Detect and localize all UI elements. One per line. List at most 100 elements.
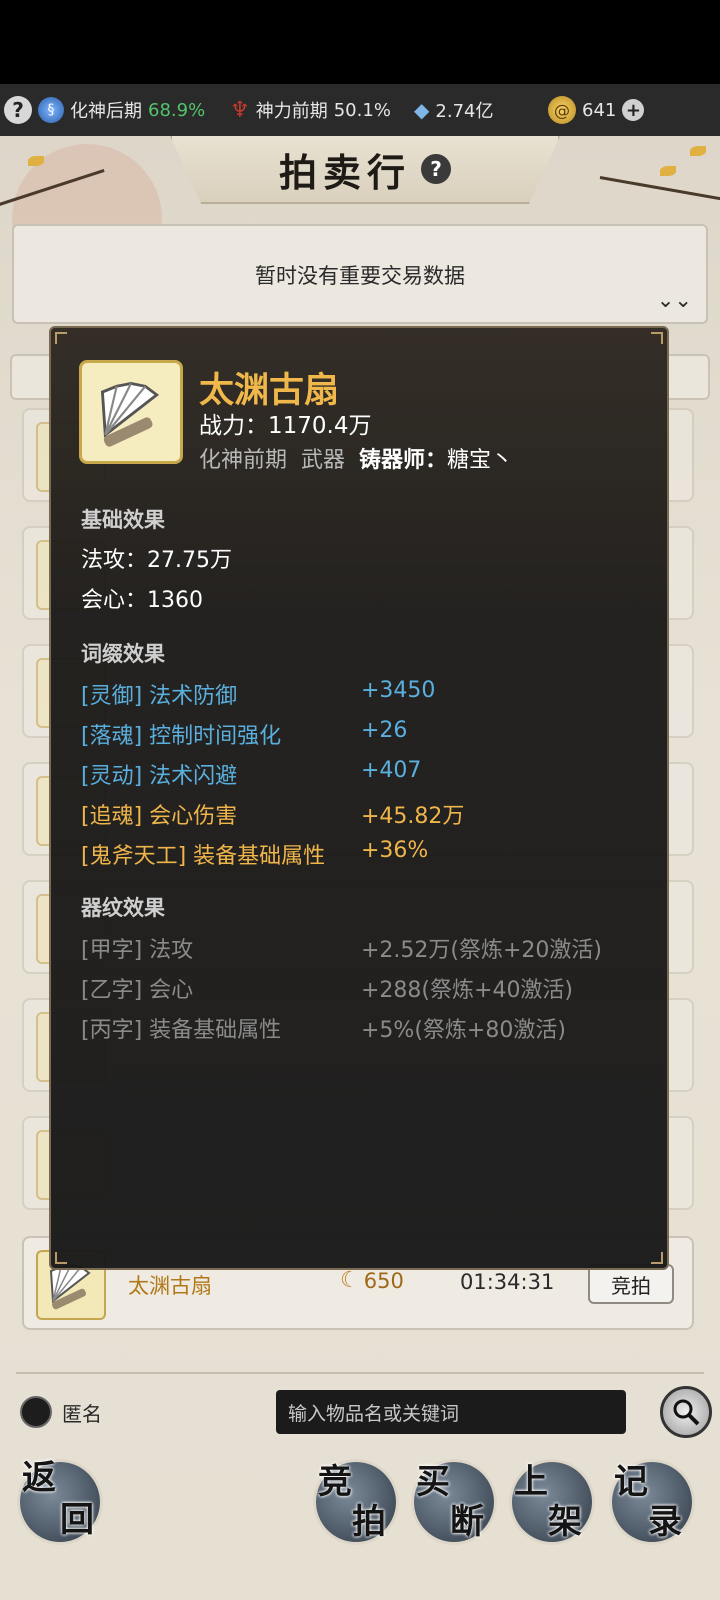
resource-bar: ? § 化神后期 68.9% ♆ 神力前期 50.1% ◆ 2.74亿 @ 64… bbox=[0, 84, 720, 136]
item-slot: 武器 bbox=[301, 448, 346, 473]
affix-name: 装备基础属性 bbox=[193, 844, 326, 869]
affix-tag: [鬼斧天工] bbox=[81, 844, 187, 869]
affix-value: +36% bbox=[361, 838, 429, 863]
bid-char-1: 竞 bbox=[318, 1462, 352, 1502]
background-branch bbox=[599, 176, 720, 202]
power-value: 1170.4万 bbox=[268, 413, 372, 439]
divider bbox=[16, 1372, 704, 1374]
search-input[interactable]: 输入物品名或关键词 bbox=[276, 1390, 626, 1434]
anonymous-toggle[interactable]: 匿名 bbox=[20, 1396, 102, 1428]
chevron-down-icon[interactable]: ⌄⌄ bbox=[657, 288, 692, 312]
base-stat: 法攻：27.75万 bbox=[81, 542, 232, 574]
buyout-tab-button[interactable]: 买 断 bbox=[414, 1462, 494, 1542]
record-char-1: 记 bbox=[614, 1462, 648, 1502]
gold-currency[interactable]: @ 641 + bbox=[548, 84, 645, 136]
buyout-char-1: 买 bbox=[416, 1462, 450, 1502]
affix-row: [灵御] 法术防御 +3450 bbox=[81, 678, 435, 710]
divine-percent: 50.1% bbox=[333, 99, 391, 121]
realm-status[interactable]: § 化神后期 68.9% bbox=[38, 84, 205, 136]
item-price: ☾ 650 bbox=[340, 1268, 404, 1293]
list-char-2: 架 bbox=[548, 1502, 582, 1542]
base-stat-value: 27.75万 bbox=[147, 548, 232, 573]
rune-name: 会心 bbox=[149, 978, 194, 1003]
rune-tag: [甲字] bbox=[81, 938, 143, 963]
search-button[interactable] bbox=[660, 1386, 712, 1438]
affix-name: 会心伤害 bbox=[149, 804, 238, 829]
rune-tag: [丙字] bbox=[81, 1018, 143, 1043]
gold-value: 641 bbox=[582, 99, 617, 121]
corner-ornament bbox=[651, 332, 663, 344]
radio-icon[interactable] bbox=[20, 1396, 52, 1428]
bid-button[interactable]: 竞拍 bbox=[588, 1264, 674, 1304]
affix-value: +45.82万 bbox=[361, 804, 465, 829]
rune-effects-title: 器纹效果 bbox=[81, 896, 165, 920]
affix-value: +3450 bbox=[361, 678, 436, 703]
stones-value: 2.74亿 bbox=[435, 101, 494, 122]
plus-icon[interactable]: + bbox=[622, 99, 645, 121]
gold-coin-icon: ☾ bbox=[340, 1268, 360, 1293]
base-effects-title: 基础效果 bbox=[81, 508, 165, 532]
affix-tag: [落魂] bbox=[81, 724, 143, 749]
affix-tag: [追魂] bbox=[81, 804, 143, 829]
divine-status[interactable]: ♆ 神力前期 50.1% bbox=[230, 84, 391, 136]
rune-row: [乙字] 会心 +288(祭炼+40激活) bbox=[81, 972, 573, 1004]
smith-name: 糖宝丶 bbox=[447, 448, 514, 473]
corner-ornament bbox=[651, 1252, 663, 1264]
spiral-icon: § bbox=[38, 97, 64, 123]
back-char-1: 返 bbox=[22, 1458, 56, 1498]
affix-name: 法术闪避 bbox=[149, 764, 238, 789]
affix-name: 法术防御 bbox=[149, 684, 238, 709]
corner-ornament bbox=[55, 332, 67, 344]
affix-row: [追魂] 会心伤害 +45.82万 bbox=[81, 798, 464, 830]
realm-percent: 68.9% bbox=[148, 99, 206, 121]
base-stat-value: 1360 bbox=[147, 588, 204, 613]
smith-info: 铸器师：糖宝丶 bbox=[359, 442, 513, 474]
rune-name: 装备基础属性 bbox=[149, 1018, 282, 1043]
item-meta: 化神前期 武器 铸器师：糖宝丶 bbox=[199, 442, 513, 474]
question-icon[interactable]: ? bbox=[421, 154, 451, 184]
record-char-2: 录 bbox=[648, 1502, 682, 1542]
question-icon: ? bbox=[4, 96, 32, 124]
rune-value: +288(祭炼+40激活) bbox=[361, 978, 574, 1003]
leaf-decoration bbox=[28, 156, 44, 166]
smith-label: 铸器师： bbox=[359, 448, 448, 473]
status-bar bbox=[0, 0, 720, 84]
item-name: 太渊古扇 bbox=[128, 1274, 212, 1298]
anonymous-label: 匿名 bbox=[62, 1401, 102, 1426]
search-icon bbox=[673, 1399, 700, 1426]
gold-coin-icon: @ bbox=[548, 96, 576, 124]
help-button[interactable]: ? bbox=[4, 84, 32, 136]
affix-tag: [灵御] bbox=[81, 684, 143, 709]
fan-icon bbox=[100, 381, 160, 447]
item-tooltip: 太渊古扇 战力：1170.4万 化神前期 武器 铸器师：糖宝丶 基础效果 法攻：… bbox=[49, 326, 669, 1270]
remaining-time: 01:34:31 bbox=[460, 1270, 555, 1294]
rune-row: [甲字] 法攻 +2.52万(祭炼+20激活) bbox=[81, 932, 602, 964]
leaf-decoration bbox=[660, 166, 676, 176]
bid-tab-button[interactable]: 竞 拍 bbox=[316, 1462, 396, 1542]
affix-effects-title: 词缀效果 bbox=[81, 642, 165, 666]
divine-emblem-icon: ♆ bbox=[230, 97, 250, 123]
base-stat-label: 法攻： bbox=[81, 548, 148, 573]
bid-char-2: 拍 bbox=[352, 1502, 386, 1542]
combat-power: 战力：1170.4万 bbox=[199, 406, 371, 440]
crystal-icon: ◆ bbox=[414, 98, 430, 122]
page-title: 拍卖行 bbox=[278, 149, 411, 195]
list-tab-button[interactable]: 上 架 bbox=[512, 1462, 592, 1542]
affix-row: [鬼斧天工] 装备基础属性 +36% bbox=[81, 838, 428, 870]
item-icon bbox=[79, 360, 183, 464]
rune-value: +2.52万(祭炼+20激活) bbox=[361, 938, 603, 963]
back-char-2: 回 bbox=[60, 1500, 94, 1540]
affix-row: [灵动] 法术闪避 +407 bbox=[81, 758, 421, 790]
price-value: 650 bbox=[363, 1268, 404, 1293]
affix-value: +26 bbox=[361, 718, 408, 743]
rune-row: [丙字] 装备基础属性 +5%(祭炼+80激活) bbox=[81, 1012, 566, 1044]
spirit-stones[interactable]: ◆ 2.74亿 bbox=[414, 84, 493, 136]
list-char-1: 上 bbox=[514, 1462, 548, 1502]
record-tab-button[interactable]: 记 录 bbox=[612, 1462, 692, 1542]
notice-panel: 暂时没有重要交易数据 ⌄⌄ bbox=[12, 224, 708, 324]
leaf-decoration bbox=[690, 146, 706, 156]
notice-text: 暂时没有重要交易数据 bbox=[255, 264, 465, 288]
back-button[interactable]: 返 回 bbox=[20, 1458, 100, 1542]
affix-row: [落魂] 控制时间强化 +26 bbox=[81, 718, 407, 750]
rune-tag: [乙字] bbox=[81, 978, 143, 1003]
